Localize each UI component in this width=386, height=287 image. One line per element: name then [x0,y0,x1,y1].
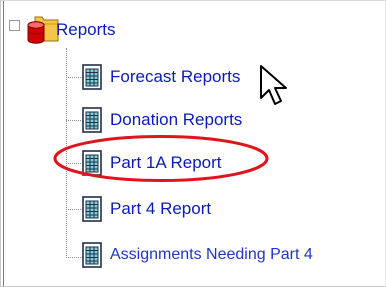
report-icon [82,196,102,222]
report-icon [82,242,102,268]
tree-item-forecast-reports[interactable]: Forecast Reports [80,62,240,92]
tree-root-reports[interactable]: Reports [56,20,116,40]
tree-expander[interactable] [9,20,20,31]
report-icon [82,64,102,90]
tree-item-donation-reports[interactable]: Donation Reports [80,105,242,135]
mouse-pointer-icon [260,65,287,105]
report-icon [82,107,102,133]
highlight-ellipse [53,135,269,182]
tree-item-part-4-report[interactable]: Part 4 Report [80,194,211,224]
tree-item-assignments-needing-part-4[interactable]: Assignments Needing Part 4 [80,240,313,270]
